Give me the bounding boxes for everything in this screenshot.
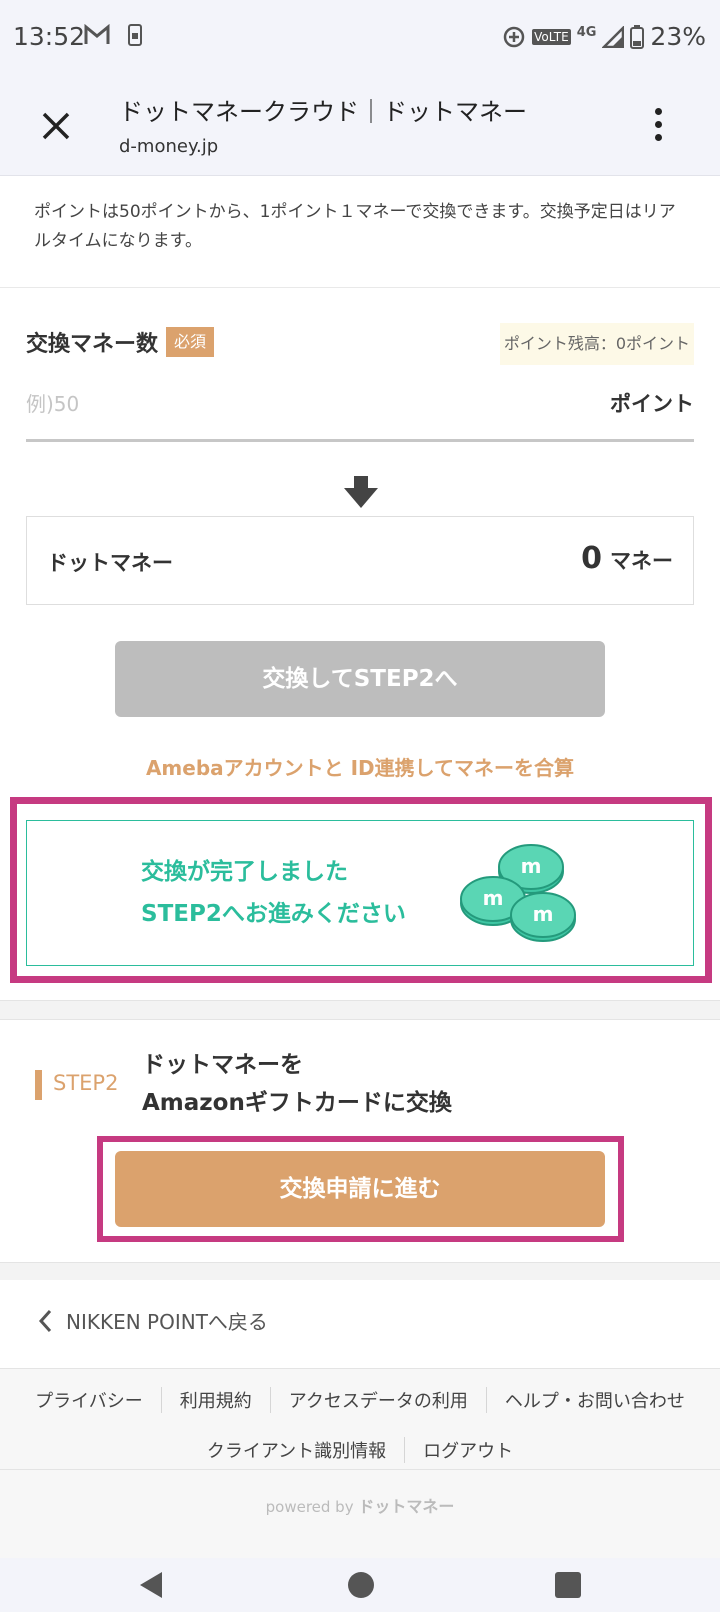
footer-link-help[interactable]: ヘルプ・お問い合わせ — [485, 1387, 703, 1413]
more-menu-icon[interactable] — [652, 108, 664, 148]
exchange-amount-label: 交換マネー数 — [26, 332, 159, 357]
back-link-label: NIKKEN POINTへ戻る — [66, 1310, 268, 1334]
footer-link-logout[interactable]: ログアウト — [404, 1437, 531, 1463]
money-value: 0 マネー — [581, 541, 673, 576]
section-divider — [0, 1000, 720, 1020]
coins-icon: m m m — [460, 844, 576, 942]
volte-label: VoLTE — [532, 28, 571, 45]
section-divider-2 — [0, 1262, 720, 1280]
step2-title-line2: Amazonギフトカードに交換 — [142, 1090, 452, 1116]
step-indicator-bar — [35, 1070, 42, 1100]
back-to-nikken-link[interactable]: NIKKEN POINTへ戻る — [38, 1306, 268, 1335]
sim-card-icon — [128, 24, 142, 46]
step2-label: STEP2 — [53, 1071, 119, 1095]
money-label: ドットマネー — [47, 551, 173, 575]
powered-by-label: powered by — [265, 1498, 354, 1516]
point-balance: ポイント残高：0ポイント — [499, 323, 694, 365]
complete-message-box: 交換が完了しました STEP2へお進みください m m m — [26, 820, 694, 966]
status-bar: 13:52 VoLTE 4G 23% — [0, 0, 720, 78]
footer-links-row1: プライバシー 利用規約 アクセスデータの利用 ヘルプ・お問い合わせ — [0, 1387, 720, 1413]
footer-link-access-data[interactable]: アクセスデータの利用 — [269, 1387, 486, 1413]
svg-text:m: m — [483, 886, 504, 910]
footer-links-row2: クライアント識別情報 ログアウト — [0, 1437, 720, 1463]
powered-by: powered by ドットマネー — [0, 1493, 720, 1517]
exchange-step2-button[interactable]: 交換してSTEP2へ — [115, 641, 605, 717]
money-amount: 0 — [581, 541, 602, 576]
nav-back-icon[interactable] — [136, 1570, 166, 1600]
exchange-amount-input[interactable] — [26, 382, 526, 426]
network-type: 4G — [576, 25, 597, 40]
apply-exchange-button[interactable]: 交換申請に進む — [115, 1151, 605, 1227]
system-nav-bar — [0, 1558, 720, 1612]
gmail-icon — [84, 24, 110, 44]
status-right: VoLTE 4G 23% — [502, 22, 706, 51]
exchange-notice: ポイントは50ポイントから、1ポイント１マネーで交換できます。交換予定日はリアル… — [0, 176, 720, 288]
data-saver-icon — [503, 26, 525, 47]
chevron-left-icon — [38, 1309, 52, 1332]
arrow-down-icon — [344, 476, 378, 508]
svg-text:m: m — [521, 854, 542, 878]
complete-message: 交換が完了しました STEP2へお進みください — [141, 851, 406, 935]
required-badge: 必須 — [166, 327, 215, 357]
footer-divider — [0, 1469, 720, 1470]
complete-line1: 交換が完了しました — [141, 859, 348, 885]
powered-by-brand: ドットマネー — [358, 1497, 455, 1516]
footer-link-privacy[interactable]: プライバシー — [17, 1387, 161, 1413]
nav-recents-icon[interactable] — [554, 1571, 582, 1599]
ameba-link[interactable]: Amebaアカウントと ID連携してマネーを合算 — [0, 752, 720, 781]
input-unit: ポイント — [610, 392, 694, 416]
footer: プライバシー 利用規約 アクセスデータの利用 ヘルプ・お問い合わせ クライアント… — [0, 1368, 720, 1558]
footer-link-client-id[interactable]: クライアント識別情報 — [189, 1437, 404, 1463]
status-time: 13:52 — [13, 22, 86, 51]
page-title: ドットマネークラウド｜ドットマネー — [119, 98, 527, 126]
complete-line2: STEP2へお進みください — [141, 901, 406, 927]
battery-percent: 23% — [650, 22, 706, 51]
exchange-amount-field: ポイント — [26, 376, 694, 442]
nav-home-icon[interactable] — [346, 1570, 376, 1600]
battery-icon — [630, 24, 645, 49]
money-unit: マネー — [610, 549, 673, 573]
step2-title-line1: ドットマネーを — [142, 1052, 303, 1078]
money-result-box: ドットマネー 0 マネー — [26, 516, 694, 605]
footer-link-terms[interactable]: 利用規約 — [160, 1387, 270, 1413]
page-url: d-money.jp — [119, 136, 219, 157]
browser-toolbar: ドットマネークラウド｜ドットマネー d-money.jp — [0, 78, 720, 176]
signal-icon — [602, 25, 625, 48]
close-icon[interactable] — [38, 108, 74, 144]
step2-title: ドットマネーを Amazonギフトカードに交換 — [142, 1046, 452, 1122]
svg-text:m: m — [533, 902, 554, 926]
